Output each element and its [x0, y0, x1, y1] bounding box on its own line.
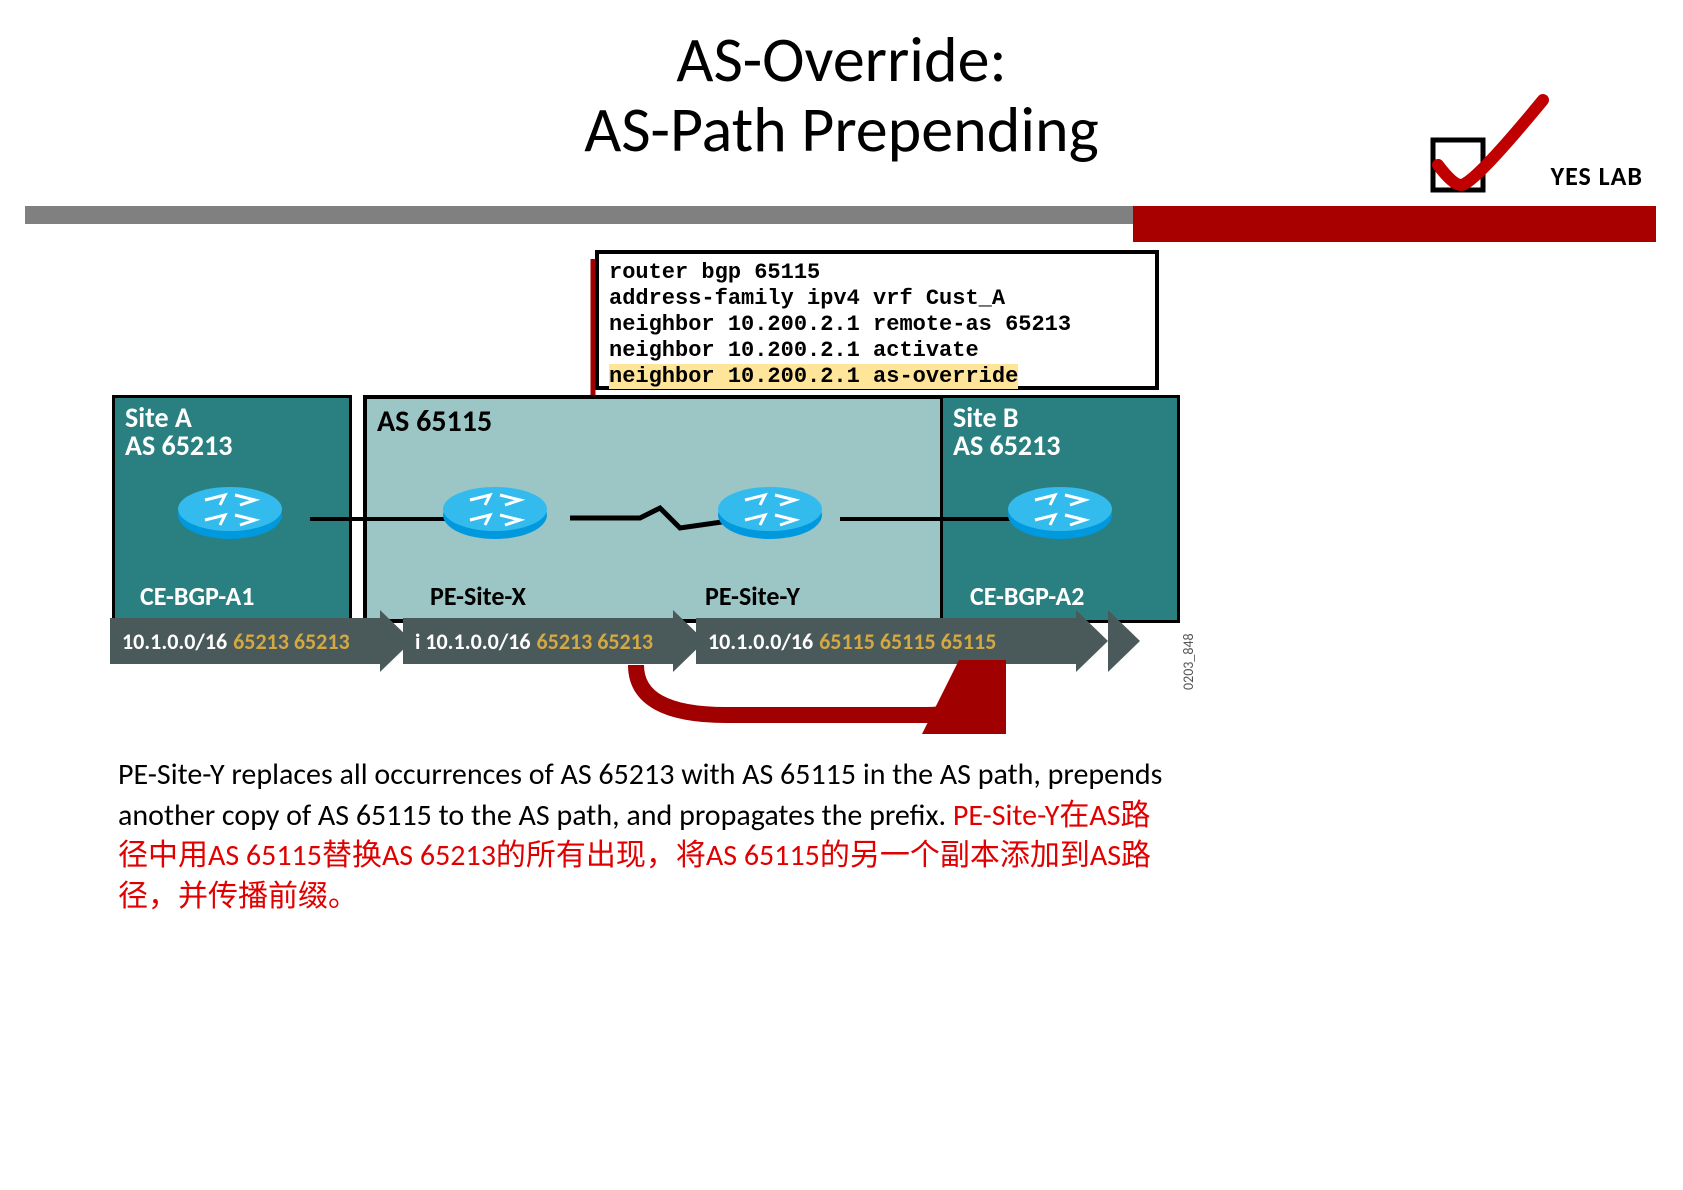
router-pe-y-icon — [715, 485, 825, 545]
flow-1-aspath: 65213 65213 — [233, 628, 349, 655]
router-ce-a1-icon — [175, 485, 285, 545]
yeslab-logo: YES LAB — [1423, 90, 1643, 200]
flow-arrow-2: i 10.1.0.0/16 65213 65213 — [403, 618, 673, 664]
router-ce-a2-icon — [1005, 485, 1115, 545]
router-ce-a2-label: CE-BGP-A2 — [970, 580, 1084, 612]
divider-gray — [25, 206, 1133, 224]
router-pe-x-label: PE-Site-X — [430, 580, 526, 612]
flow-2-prefix: i 10.1.0.0/16 — [415, 628, 531, 655]
site-a-asn: AS 65213 — [125, 428, 233, 463]
logo-text: YES LAB — [1551, 160, 1643, 192]
flow-arrow-3: 10.1.0.0/16 65115 65115 65115 — [696, 618, 1076, 664]
flow-2-aspath: 65213 65213 — [537, 628, 653, 655]
router-pe-y-label: PE-Site-Y — [705, 580, 800, 612]
description-text: PE-Site-Y replaces all occurrences of AS… — [118, 755, 1178, 917]
flow-arrow-1: 10.1.0.0/16 65213 65213 — [110, 618, 380, 664]
router-ce-a1-label: CE-BGP-A1 — [140, 580, 254, 612]
link-3 — [840, 517, 1020, 521]
divider-red — [1133, 206, 1656, 242]
slide: AS-Override: AS-Path Prepending YES LAB … — [0, 0, 1683, 1190]
title-line-2: AS-Path Prepending — [584, 91, 1099, 169]
flow-1-prefix: 10.1.0.0/16 — [122, 628, 227, 655]
site-b-asn: AS 65213 — [953, 428, 1061, 463]
provider-as-label: AS 65115 — [377, 403, 492, 440]
arrow-head-icon — [1076, 610, 1108, 672]
flow-arrows: 10.1.0.0/16 65213 65213 i 10.1.0.0/16 65… — [110, 618, 1180, 664]
figure-code: 0203_848 — [1180, 633, 1197, 690]
arrow-head-icon — [1108, 610, 1140, 672]
router-pe-x-icon — [440, 485, 550, 545]
override-arrow-icon — [626, 660, 1006, 740]
flow-3-aspath: 65115 65115 65115 — [819, 628, 996, 655]
title-line-1: AS-Override: — [676, 21, 1006, 99]
flow-3-prefix: 10.1.0.0/16 — [708, 628, 813, 655]
